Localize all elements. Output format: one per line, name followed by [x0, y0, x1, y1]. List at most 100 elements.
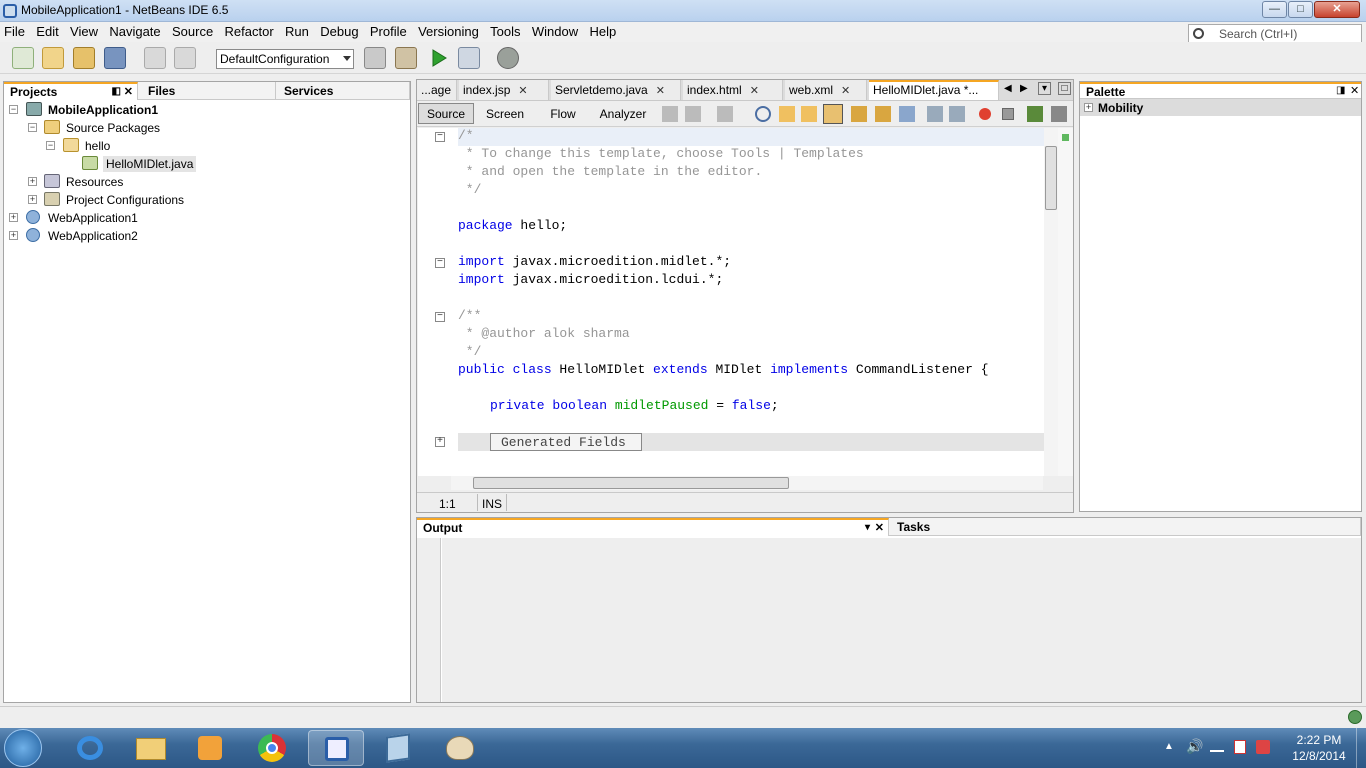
scroll-left-icon[interactable]: ◀: [1004, 83, 1012, 94]
tab-web-xml[interactable]: web.xml ✕: [785, 80, 867, 100]
back-icon[interactable]: [662, 106, 678, 122]
show-desktop-button[interactable]: [1356, 728, 1366, 768]
find-next-icon[interactable]: [801, 106, 817, 122]
find-previous-icon[interactable]: [779, 106, 795, 122]
tab-servletdemo[interactable]: Servletdemo.java ✕: [551, 80, 681, 100]
shift-left-icon[interactable]: [927, 106, 943, 122]
profile-icon[interactable]: [497, 47, 519, 69]
menu-edit[interactable]: Edit: [32, 22, 62, 42]
tab-hellomidlet[interactable]: HelloMIDlet.java *...: [869, 80, 999, 100]
maximize-button[interactable]: □: [1288, 1, 1313, 18]
run-icon[interactable]: [427, 47, 449, 69]
tree-item-resources[interactable]: + Resources: [4, 173, 404, 191]
tab-page[interactable]: ...age: [417, 80, 457, 100]
tab-files[interactable]: Files: [142, 82, 276, 100]
close-icon[interactable]: ✕: [518, 85, 527, 97]
tab-flow[interactable]: Flow: [535, 103, 591, 124]
close-icon[interactable]: ✕: [841, 85, 850, 97]
build-icon[interactable]: [364, 47, 386, 69]
collapse-icon[interactable]: −: [46, 141, 55, 150]
tab-index-jsp[interactable]: index.jsp ✕: [459, 80, 549, 100]
uncomment-icon[interactable]: [1051, 106, 1067, 122]
horizontal-scrollbar[interactable]: [451, 476, 1043, 490]
expand-icon[interactable]: +: [28, 195, 37, 204]
close-icon[interactable]: ✕: [656, 85, 665, 97]
tab-projects[interactable]: Projects ◧ ✕: [4, 82, 138, 100]
expand-icon[interactable]: +: [28, 177, 37, 186]
network-icon[interactable]: [1210, 740, 1224, 752]
clean-build-icon[interactable]: [395, 47, 417, 69]
vertical-scrollbar[interactable]: [1044, 128, 1058, 476]
system-clock[interactable]: 2:22 PM 12/8/2014: [1286, 732, 1352, 764]
close-icon[interactable]: ✕: [750, 85, 759, 97]
redo-icon[interactable]: [174, 47, 196, 69]
minimize-button[interactable]: —: [1262, 1, 1287, 18]
tree-item-webapplication1[interactable]: + WebApplication1: [4, 209, 404, 227]
menu-debug[interactable]: Debug: [316, 22, 362, 42]
netbeans-taskbar-icon[interactable]: [308, 730, 364, 766]
menu-profile[interactable]: Profile: [366, 22, 411, 42]
fold-collapse-icon[interactable]: −: [435, 132, 445, 142]
tree-item-mobileapplication1[interactable]: − MobileApplication1: [4, 101, 404, 119]
media-player-icon[interactable]: [182, 730, 238, 766]
updates-icon[interactable]: [1348, 710, 1362, 724]
document-list-icon[interactable]: ▾: [1038, 82, 1051, 95]
action-center-icon[interactable]: [1234, 740, 1246, 754]
tree-item-hellomidlet[interactable]: HelloMIDlet.java: [4, 155, 404, 173]
security-icon[interactable]: [1256, 740, 1270, 754]
scroll-right-icon[interactable]: ▶: [1020, 83, 1028, 94]
tab-index-html[interactable]: index.html ✕: [683, 80, 783, 100]
tab-tasks[interactable]: Tasks: [891, 518, 1361, 536]
menu-window[interactable]: Window: [528, 22, 582, 42]
tree-item-webapplication2[interactable]: + WebApplication2: [4, 227, 404, 245]
history-icon[interactable]: [717, 106, 733, 122]
paint-icon[interactable]: [432, 730, 488, 766]
fold-collapse-icon[interactable]: −: [435, 258, 445, 268]
next-bookmark-icon[interactable]: [875, 106, 891, 122]
toggle-highlight-icon[interactable]: [823, 104, 843, 124]
palette-category-mobility[interactable]: + Mobility: [1080, 99, 1361, 116]
menu-file[interactable]: File: [0, 22, 29, 42]
comment-icon[interactable]: [1027, 106, 1043, 122]
record-macro-icon[interactable]: [979, 108, 991, 120]
collapse-icon[interactable]: −: [9, 105, 18, 114]
tab-output[interactable]: Output ▾ ✕: [417, 518, 889, 536]
save-all-icon[interactable]: [104, 47, 126, 69]
undo-icon[interactable]: [144, 47, 166, 69]
menu-navigate[interactable]: Navigate: [105, 22, 164, 42]
maximize-editor-icon[interactable]: □: [1058, 82, 1071, 95]
menu-help[interactable]: Help: [585, 22, 620, 42]
expand-icon[interactable]: +: [1084, 103, 1093, 112]
close-icon[interactable]: ✕: [124, 85, 133, 98]
volume-icon[interactable]: 🔊: [1186, 738, 1203, 755]
scrollbar-thumb[interactable]: [1045, 146, 1057, 210]
minimize-panel-icon[interactable]: ▾: [865, 522, 870, 533]
menu-run[interactable]: Run: [281, 22, 313, 42]
search-input[interactable]: Search (Ctrl+I): [1188, 24, 1362, 44]
previous-bookmark-icon[interactable]: [851, 106, 867, 122]
new-file-icon[interactable]: [12, 47, 34, 69]
expand-icon[interactable]: +: [9, 231, 18, 240]
scrollbar-thumb[interactable]: [473, 477, 789, 489]
expand-icon[interactable]: +: [9, 213, 18, 222]
tab-analyzer[interactable]: Analyzer: [593, 103, 653, 124]
menu-versioning[interactable]: Versioning: [414, 22, 483, 42]
minimize-panel-icon[interactable]: ◨: [1336, 85, 1345, 96]
tab-services[interactable]: Services: [278, 82, 410, 100]
shift-right-icon[interactable]: [949, 106, 965, 122]
fold-collapse-icon[interactable]: −: [435, 312, 445, 322]
code-editor[interactable]: − /* * To change this template, choose T…: [418, 128, 1044, 476]
generated-fields-fold[interactable]: Generated Fields: [490, 433, 642, 451]
minimize-panel-icon[interactable]: ◧: [112, 86, 121, 97]
tree-item-hello[interactable]: − hello: [4, 137, 404, 155]
tab-source[interactable]: Source: [418, 103, 474, 124]
configuration-select[interactable]: DefaultConfiguration: [216, 49, 354, 69]
fold-expand-icon[interactable]: +: [435, 437, 445, 447]
start-button[interactable]: [4, 729, 42, 767]
close-button[interactable]: ✕: [1314, 1, 1360, 18]
menu-source[interactable]: Source: [168, 22, 217, 42]
tree-item-source-packages[interactable]: − Source Packages: [4, 119, 404, 137]
tab-screen[interactable]: Screen: [477, 103, 533, 124]
virtualbox-icon[interactable]: [370, 730, 426, 766]
open-project-icon[interactable]: [73, 47, 95, 69]
